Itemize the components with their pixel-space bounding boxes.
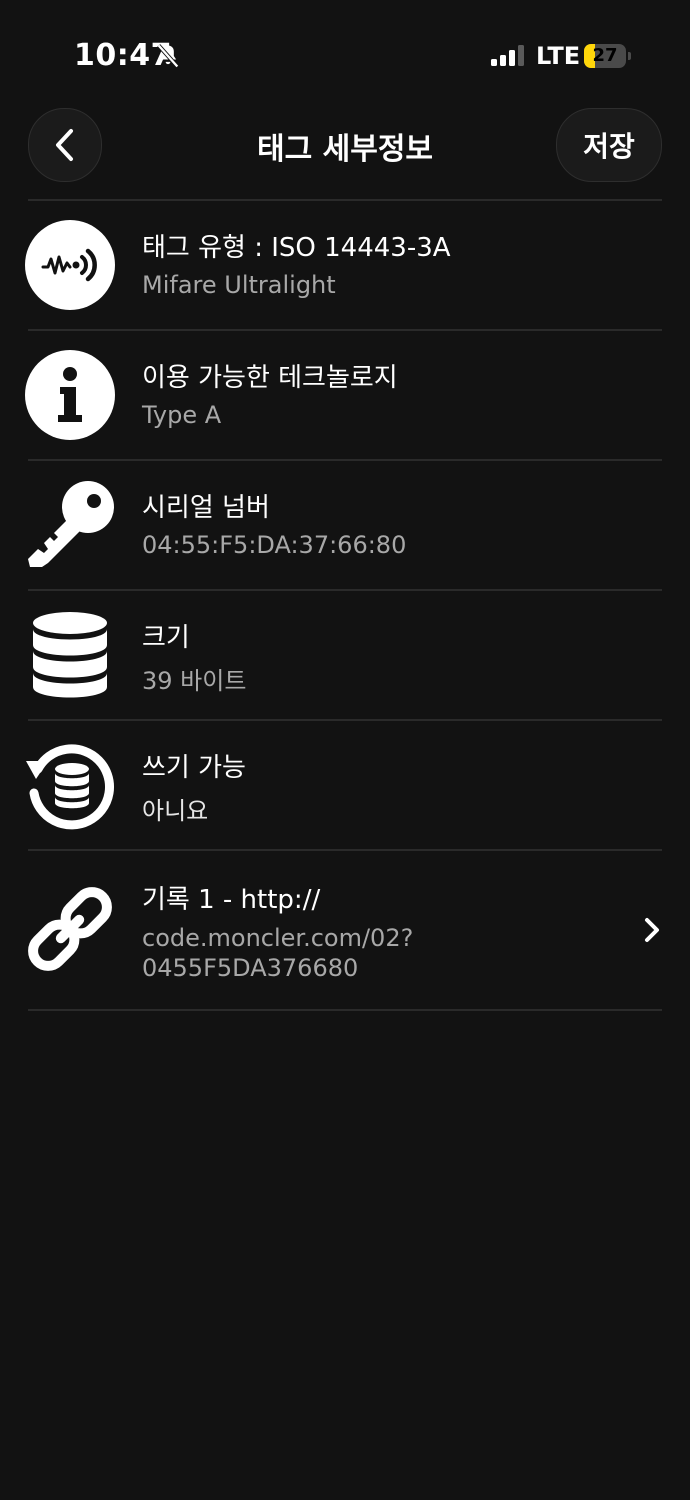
list-item-technologies: 이용 가능한 테크놀로지 Type A — [0, 331, 690, 459]
row-subtitle-line: code.moncler.com/02? — [142, 924, 414, 952]
info-icon — [25, 350, 115, 440]
row-subtitle: 아니요 — [142, 797, 209, 825]
tag-detail-list: 태그 유형 : ISO 14443-3A Mifare Ultralight 이… — [0, 199, 690, 1011]
row-title: 시리얼 넘버 — [142, 493, 270, 523]
link-icon — [28, 887, 112, 971]
row-subtitle: 04:55:F5:DA:37:66:80 — [142, 531, 407, 559]
row-subtitle: 39 바이트 — [142, 667, 247, 695]
network-type: LTE — [536, 42, 581, 70]
list-item-record-1[interactable]: 기록 1 - http:// code.moncler.com/02? 0455… — [0, 851, 690, 1009]
battery-level: 27 — [592, 45, 618, 66]
row-subtitle: Type A — [142, 401, 222, 429]
row-title: 태그 유형 : ISO 14443-3A — [142, 233, 451, 263]
cellular-signal-icon — [491, 45, 524, 66]
list-item-writable: 쓰기 가능 아니요 — [0, 721, 690, 849]
status-bar: 10:47 LTE 27 — [0, 0, 690, 100]
row-subtitle-line: 0455F5DA376680 — [142, 954, 359, 982]
row-title: 크기 — [142, 623, 190, 653]
row-subtitle: code.moncler.com/02? 0455F5DA376680 — [142, 923, 413, 983]
database-icon — [33, 612, 107, 698]
list-item-tag-type: 태그 유형 : ISO 14443-3A Mifare Ultralight — [0, 201, 690, 329]
divider — [28, 1009, 662, 1011]
key-icon — [28, 481, 114, 567]
bell-muted-icon — [157, 44, 179, 68]
list-item-serial-number: 시리얼 넘버 04:55:F5:DA:37:66:80 — [0, 461, 690, 589]
row-title: 이용 가능한 테크놀로지 — [142, 363, 398, 393]
save-button[interactable]: 저장 — [556, 108, 662, 182]
chevron-right-icon — [645, 918, 659, 942]
nfc-wave-icon — [25, 220, 115, 310]
row-title: 기록 1 - http:// — [142, 885, 321, 915]
navigation-bar: 태그 세부정보 저장 — [0, 100, 690, 200]
writable-icon — [26, 744, 114, 830]
row-title: 쓰기 가능 — [142, 753, 246, 783]
row-subtitle: Mifare Ultralight — [142, 271, 336, 299]
battery-icon: 27 — [584, 44, 632, 70]
list-item-size: 크기 39 바이트 — [0, 591, 690, 719]
